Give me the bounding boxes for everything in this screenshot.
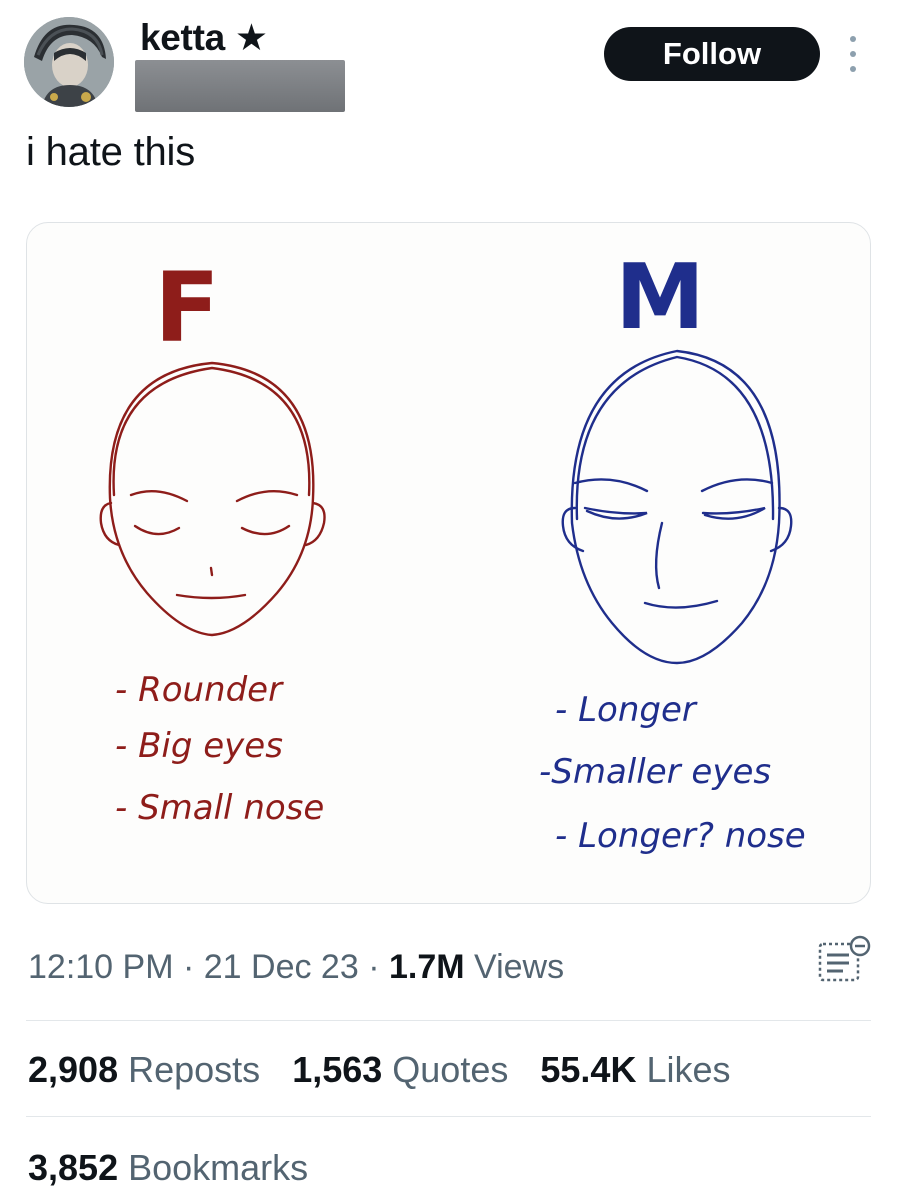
tweet-time[interactable]: 12:10 PM [28,948,174,986]
dot [850,66,856,72]
divider [26,1020,871,1021]
likes-stat[interactable]: 55.4K Likes [540,1049,730,1090]
analytics-icon[interactable] [816,934,872,986]
female-note-1: - Rounder [115,670,284,710]
divider [26,1116,871,1117]
engagement-stats: 2,908 Reposts 1,563 Quotes 55.4K Likes [28,1049,753,1091]
tweet-image[interactable]: F M - Rounder - Big eyes - Small nose - … [26,222,871,904]
male-note-1: - Longer [555,690,698,730]
female-note-2: - Big eyes [115,726,283,766]
dot [850,36,856,42]
meta-separator: · [358,948,389,986]
more-options-icon[interactable] [846,36,860,72]
male-heading: M [615,245,705,350]
avatar[interactable] [24,17,114,107]
female-heading: F [154,252,220,364]
author-name[interactable]: ketta ★ [140,16,268,59]
male-note-3: - Longer? nose [555,816,806,856]
female-face-drawing [99,361,326,637]
male-face-drawing [561,349,793,665]
reposts-stat[interactable]: 2,908 Reposts [28,1049,260,1090]
quotes-stat[interactable]: 1,563 Quotes [292,1049,508,1090]
views-count: 1.7M [388,948,465,986]
tweet-meta: 12:10 PM · 21 Dec 23 · 1.7M Views [28,948,564,987]
views-label: Views [464,948,565,986]
bookmarks-stat[interactable]: 3,852 Bookmarks [28,1147,308,1189]
dot [850,51,856,57]
follow-button[interactable]: Follow [604,27,820,81]
redacted-handle [135,60,345,112]
female-note-3: - Small nose [115,788,324,828]
tweet-date[interactable]: 21 Dec 23 [204,948,359,986]
male-note-2: -Smaller eyes [539,752,771,792]
meta-separator: · [173,948,204,986]
tweet-text: i hate this [26,130,196,174]
